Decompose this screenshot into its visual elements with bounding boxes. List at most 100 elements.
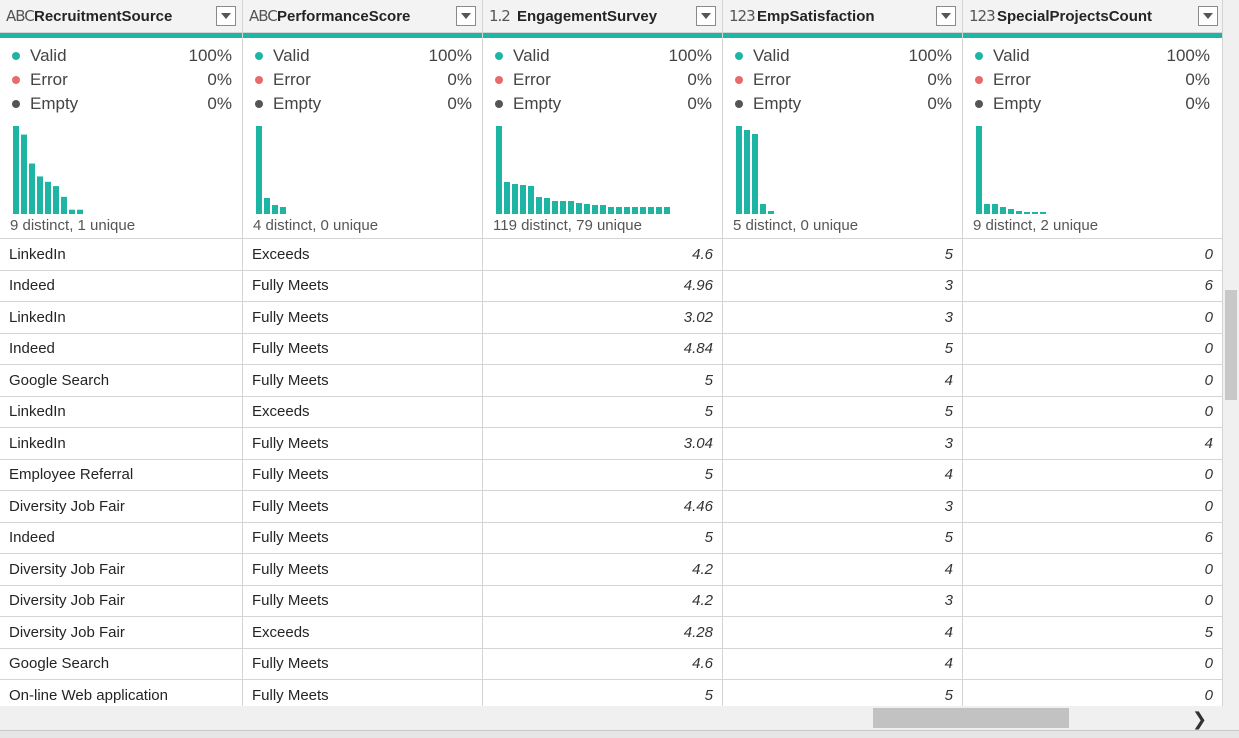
table-cell[interactable]: 0 [963,554,1222,586]
table-cell[interactable]: Fully Meets [243,271,482,302]
table-cell[interactable]: Fully Meets [243,334,482,365]
table-cell[interactable]: 4 [723,649,962,680]
histogram-bar[interactable] [256,126,262,214]
histogram-bar[interactable] [736,126,742,214]
histogram-bar[interactable] [992,204,998,214]
histogram-bar[interactable] [568,201,574,214]
histogram-bar[interactable] [264,198,270,214]
histogram-bar[interactable] [21,134,27,214]
table-cell[interactable]: 4.84 [483,334,722,365]
column-header[interactable]: 123 SpecialProjectsCount [963,0,1222,33]
table-cell[interactable]: 3.02 [483,302,722,334]
table-cell[interactable]: 5 [723,397,962,428]
histogram-bar[interactable] [576,203,582,214]
table-cell[interactable]: 5 [483,523,722,554]
table-cell[interactable]: Fully Meets [243,491,482,523]
table-cell[interactable]: 4.46 [483,491,722,523]
histogram-bar[interactable] [552,201,558,214]
column-filter-dropdown-button[interactable] [216,6,236,26]
histogram-bar[interactable] [640,207,646,214]
table-cell[interactable]: Fully Meets [243,554,482,586]
histogram-bar[interactable] [520,185,526,214]
column-name[interactable]: SpecialProjectsCount [993,8,1198,25]
histogram-bar[interactable] [608,207,614,214]
table-cell[interactable]: 6 [963,523,1222,554]
histogram-bar[interactable] [544,198,550,214]
histogram-bar[interactable] [504,182,510,214]
histogram-bar[interactable] [496,126,502,214]
table-cell[interactable]: 0 [963,302,1222,334]
histogram-bar[interactable] [61,196,67,214]
histogram-bar[interactable] [768,211,774,214]
table-cell[interactable]: 3 [723,428,962,460]
table-cell[interactable]: 4 [723,554,962,586]
column-header[interactable]: ABC RecruitmentSource [0,0,242,33]
table-cell[interactable]: Google Search [0,649,242,680]
table-cell[interactable]: 6 [963,271,1222,302]
scroll-right-arrow-icon[interactable]: ❯ [1192,709,1207,730]
table-cell[interactable]: 5 [723,334,962,365]
histogram-bar[interactable] [45,181,51,214]
histogram-bar[interactable] [1016,211,1022,214]
column-name[interactable]: PerformanceScore [273,8,456,25]
histogram-bar[interactable] [560,201,566,214]
table-cell[interactable]: LinkedIn [0,397,242,428]
table-cell[interactable]: LinkedIn [0,428,242,460]
table-cell[interactable]: 5 [723,239,962,271]
histogram-bar[interactable] [528,186,534,214]
histogram-bar[interactable] [37,176,43,214]
column-filter-dropdown-button[interactable] [456,6,476,26]
histogram-bar[interactable] [1024,212,1030,214]
table-cell[interactable]: Indeed [0,271,242,302]
table-cell[interactable]: 4.96 [483,271,722,302]
histogram-bar[interactable] [632,207,638,214]
table-cell[interactable]: 0 [963,649,1222,680]
histogram-bar[interactable] [77,209,83,214]
table-cell[interactable]: 4.6 [483,239,722,271]
table-cell[interactable]: 4.6 [483,649,722,680]
table-cell[interactable]: Fully Meets [243,460,482,491]
histogram-bar[interactable] [592,205,598,214]
table-cell[interactable]: Exceeds [243,239,482,271]
column-filter-dropdown-button[interactable] [696,6,716,26]
text-type-icon[interactable]: ABC [243,7,278,25]
histogram-bar[interactable] [664,207,670,214]
table-cell[interactable]: Employee Referral [0,460,242,491]
table-cell[interactable]: LinkedIn [0,302,242,334]
table-cell[interactable]: 0 [963,397,1222,428]
histogram-bar[interactable] [984,204,990,214]
table-cell[interactable]: 0 [963,680,1222,706]
table-cell[interactable]: Exceeds [243,617,482,649]
histogram-bar[interactable] [272,205,278,214]
histogram-bar[interactable] [616,207,622,214]
histogram-bar[interactable] [1032,212,1038,214]
column-name[interactable]: EngagementSurvey [513,8,696,25]
column-distribution-histogram[interactable] [973,122,1239,214]
histogram-bar[interactable] [29,163,35,214]
table-cell[interactable]: Diversity Job Fair [0,491,242,523]
table-cell[interactable]: 0 [963,491,1222,523]
table-cell[interactable]: Diversity Job Fair [0,586,242,617]
table-cell[interactable]: Google Search [0,365,242,397]
table-cell[interactable]: Fully Meets [243,428,482,460]
table-cell[interactable]: 3 [723,271,962,302]
table-cell[interactable]: 5 [483,460,722,491]
table-cell[interactable]: On-line Web application [0,680,242,706]
table-cell[interactable]: Fully Meets [243,586,482,617]
table-cell[interactable]: Fully Meets [243,365,482,397]
histogram-bar[interactable] [600,205,606,214]
vertical-scrollbar[interactable] [1222,0,1239,706]
table-cell[interactable]: 4.2 [483,554,722,586]
table-cell[interactable]: 4 [723,617,962,649]
column-header[interactable]: 1.2 EngagementSurvey [483,0,722,33]
histogram-bar[interactable] [69,209,75,214]
table-cell[interactable]: 0 [963,334,1222,365]
table-cell[interactable]: 5 [483,397,722,428]
histogram-bar[interactable] [1000,207,1006,214]
table-cell[interactable]: Fully Meets [243,302,482,334]
horizontal-scrollbar-thumb[interactable] [873,708,1069,728]
histogram-bar[interactable] [584,204,590,214]
histogram-bar[interactable] [512,184,518,214]
histogram-bar[interactable] [624,207,630,214]
vertical-scrollbar-thumb[interactable] [1225,290,1237,400]
